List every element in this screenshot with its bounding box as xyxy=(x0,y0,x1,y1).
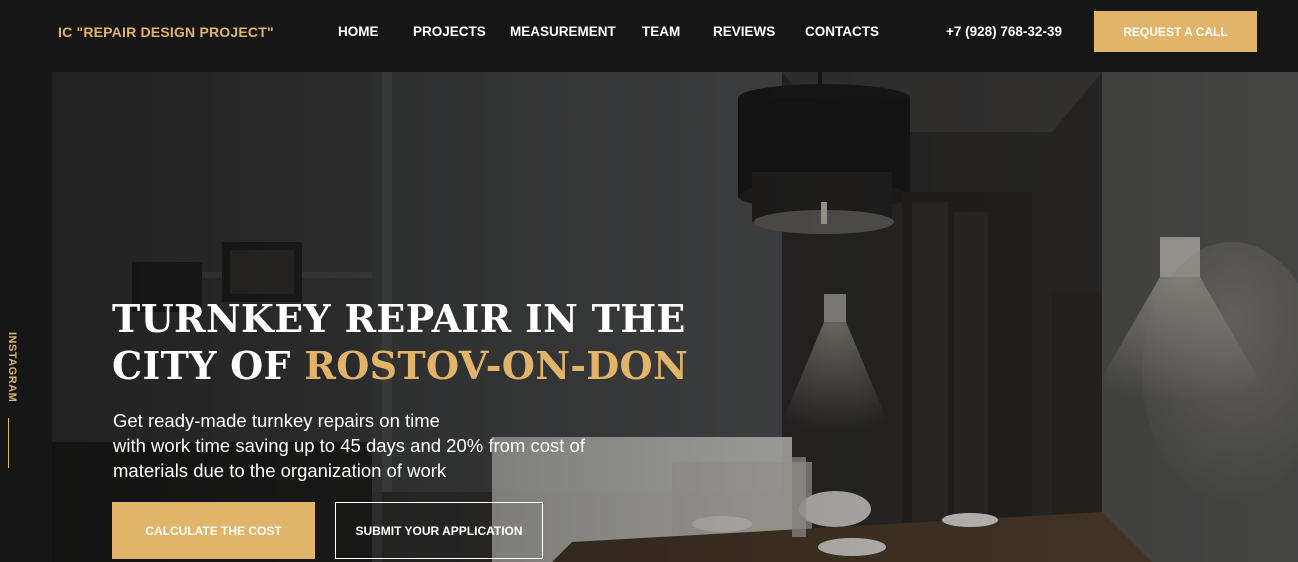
hero-subtitle-line1: Get ready-made turnkey repairs on time xyxy=(113,410,440,431)
hero-subtitle: Get ready-made turnkey repairs on time w… xyxy=(113,408,633,483)
nav-home[interactable]: HOME xyxy=(338,24,379,39)
instagram-divider xyxy=(8,418,9,468)
calculate-cost-button[interactable]: CALCULATE THE COST xyxy=(112,502,315,559)
hero-title-city: ROSTOV-ON-DON xyxy=(304,343,688,388)
nav-reviews[interactable]: REVIEWS xyxy=(713,24,775,39)
submit-application-button[interactable]: SUBMIT YOUR APPLICATION xyxy=(335,502,543,559)
nav-projects[interactable]: PROJECTS xyxy=(413,24,486,39)
side-rail xyxy=(0,72,52,562)
instagram-link[interactable]: INSTAGRAM xyxy=(4,332,18,412)
phone-number[interactable]: +7 (928) 768-32-39 xyxy=(946,24,1062,39)
site-header: IC "REPAIR DESIGN PROJECT" HOME PROJECTS… xyxy=(0,0,1298,72)
nav-measurement[interactable]: MEASUREMENT xyxy=(510,24,616,39)
hero-section: TURNKEY REPAIR IN THE CITY OF ROSTOV-ON-… xyxy=(52,72,1298,562)
request-call-button[interactable]: REQUEST A CALL xyxy=(1094,11,1257,52)
hero-subtitle-line2: with work time saving up to 45 days and … xyxy=(113,435,585,456)
hero-title: TURNKEY REPAIR IN THE CITY OF ROSTOV-ON-… xyxy=(112,295,688,389)
nav-contacts[interactable]: CONTACTS xyxy=(805,24,879,39)
hero-title-line2-prefix: CITY OF xyxy=(112,343,305,388)
nav-team[interactable]: TEAM xyxy=(642,24,680,39)
hero-subtitle-line3: materials due to the organization of wor… xyxy=(113,460,447,481)
hero-title-line1: TURNKEY REPAIR IN THE xyxy=(112,296,686,341)
